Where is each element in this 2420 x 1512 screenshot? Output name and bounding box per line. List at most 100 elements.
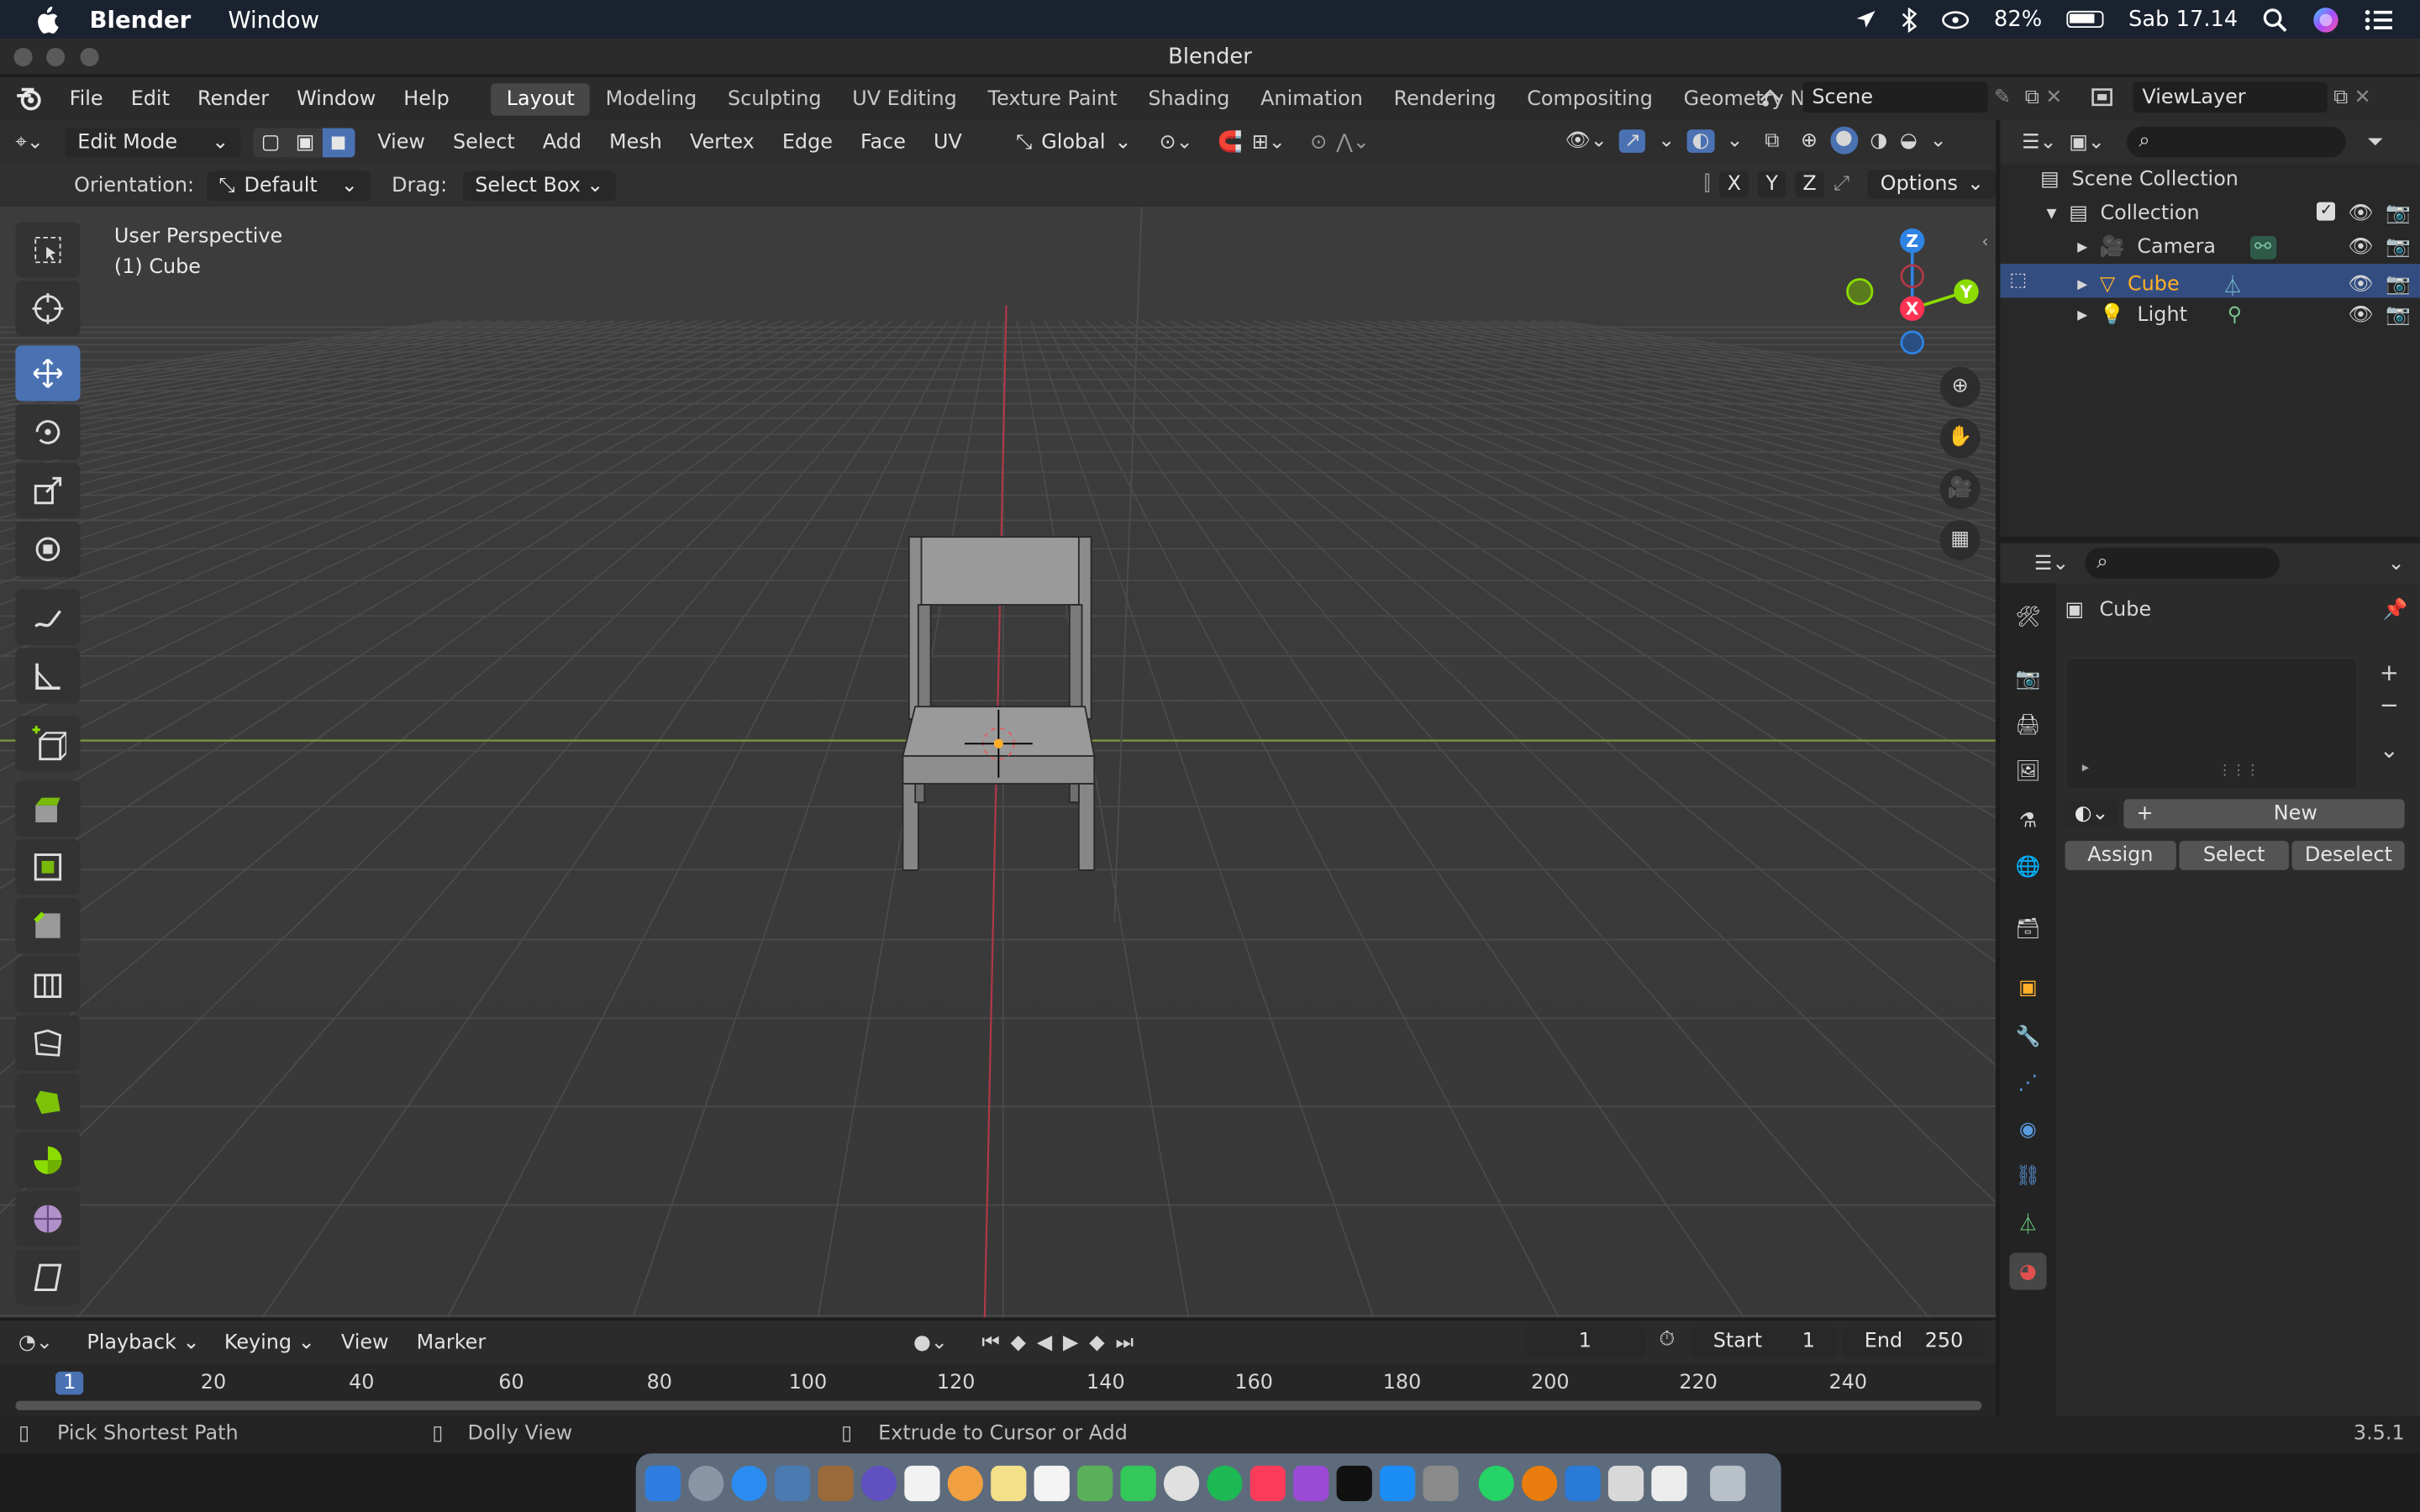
play-icon[interactable]: ▶ <box>1063 1331 1078 1354</box>
transform-orientation-dropdown[interactable]: ⤡ Global ⌄ <box>1003 128 1144 157</box>
drag-dropdown[interactable]: Select Box ⌄ <box>462 170 616 200</box>
tab-sculpting[interactable]: Sculpting <box>713 82 837 115</box>
spotlight-search-icon[interactable] <box>2263 7 2287 32</box>
scene-tab-icon[interactable]: ⚗ <box>2012 806 2044 837</box>
chrome-icon[interactable] <box>1163 1464 1200 1501</box>
render-camera-icon[interactable]: 📷 <box>2386 304 2411 328</box>
bevel-tool-icon[interactable] <box>15 897 81 954</box>
editor-type-icon[interactable]: ⌖⌄ <box>15 130 43 154</box>
wireframe-shading-icon[interactable]: ⊕ <box>1801 129 1818 152</box>
vscode-icon[interactable] <box>1565 1464 1601 1501</box>
outliner-item-cube[interactable]: ▸ ▽ Cube ⏃ 👁 📷 <box>2077 270 2411 299</box>
snap-target-icon[interactable]: ⊞⌄ <box>1252 130 1286 154</box>
whatsapp-icon[interactable] <box>1478 1464 1514 1501</box>
tab-layout[interactable]: Layout <box>491 82 591 115</box>
poly-build-tool-icon[interactable] <box>15 1074 81 1130</box>
timeline-scrollbar[interactable] <box>15 1400 1982 1410</box>
snap-icon[interactable]: 🧲 <box>1218 130 1243 154</box>
spotify-icon[interactable] <box>1207 1464 1243 1501</box>
viewport-menu-mesh[interactable]: Mesh <box>596 130 676 154</box>
tab-modeling[interactable]: Modeling <box>590 82 712 115</box>
list-resize-handle-icon[interactable]: ⋮⋮⋮ <box>2217 764 2260 779</box>
scene-collection-row[interactable]: ▤ Scene Collection <box>2040 168 2238 192</box>
gizmo-toggle-icon[interactable]: ↗ <box>1619 129 1646 152</box>
finder-icon[interactable] <box>644 1464 681 1501</box>
preview-app-icon[interactable] <box>1607 1464 1644 1501</box>
outliner-search-input[interactable]: ⌕ <box>2126 126 2346 158</box>
eye-icon[interactable]: 👁 <box>2348 273 2373 297</box>
shading-options-icon[interactable]: ⌄ <box>1930 129 1947 152</box>
new-view-layer-icon[interactable]: ⧉ <box>2333 86 2348 109</box>
expand-arrow-icon[interactable]: ▸ <box>2077 304 2087 328</box>
blender-dock-icon[interactable] <box>1522 1464 1558 1501</box>
location-icon[interactable] <box>1855 8 1877 30</box>
window-zoom-button[interactable] <box>80 47 99 66</box>
options-dropdown[interactable]: Options ⌄ <box>1868 170 1996 199</box>
tab-animation[interactable]: Animation <box>1245 82 1378 115</box>
viewport-menu-select[interactable]: Select <box>439 130 529 154</box>
render-camera-icon[interactable]: 📷 <box>2386 202 2411 226</box>
cursor-tool-icon[interactable] <box>15 281 81 337</box>
world-tab-icon[interactable]: 🌐 <box>2012 852 2044 883</box>
view-layer-icon[interactable] <box>2086 81 2127 113</box>
properties-editor-type-icon[interactable]: ☰⌄ <box>2034 552 2069 575</box>
physics-tab-icon[interactable]: ◉ <box>2012 1114 2044 1145</box>
data-tab-icon[interactable]: ⏃ <box>2012 1206 2044 1237</box>
properties-search-input[interactable]: ⌕ <box>2084 548 2280 579</box>
list-expand-icon[interactable]: ▸ <box>2082 761 2089 776</box>
particles-tab-icon[interactable]: ⋰ <box>2012 1068 2044 1099</box>
deselect-button[interactable]: Deselect <box>2292 841 2405 870</box>
view-layer-tab-icon[interactable]: 🖼 <box>2012 756 2044 787</box>
launchpad-icon[interactable] <box>688 1464 724 1501</box>
siri-app-icon[interactable] <box>860 1464 897 1501</box>
remove-slot-icon[interactable]: − <box>2374 690 2405 722</box>
jump-keyframe-back-icon[interactable]: ◆ <box>1011 1331 1026 1354</box>
new-scene-icon[interactable]: ⧉ <box>2025 86 2039 109</box>
music-icon[interactable] <box>1249 1464 1286 1501</box>
reminders-icon[interactable] <box>1034 1464 1070 1501</box>
outliner-item-light[interactable]: ▸ 💡 Light ⚲ 👁 📷 <box>2077 304 2411 328</box>
tab-compositing[interactable]: Compositing <box>1512 82 1668 115</box>
constraints-tab-icon[interactable]: ⛓ <box>2012 1160 2044 1191</box>
tool-tab-icon[interactable]: 🛠 <box>2012 601 2044 633</box>
edit-mode-toggle-icon[interactable]: ⬚ <box>2009 269 2027 291</box>
timeline-marker-menu[interactable]: Marker <box>402 1331 500 1354</box>
annotate-tool-icon[interactable] <box>15 589 81 645</box>
view-layer-name-field[interactable]: ViewLayer <box>2133 81 2328 113</box>
viewport-menu-face[interactable]: Face <box>846 130 919 154</box>
pin-icon[interactable]: ✎ <box>1994 86 2018 109</box>
play-reverse-icon[interactable]: ◀ <box>1037 1331 1052 1354</box>
tab-uv-editing[interactable]: UV Editing <box>837 82 972 115</box>
preview-icon[interactable] <box>775 1464 811 1501</box>
podcasts-icon[interactable] <box>1293 1464 1329 1501</box>
zoom-icon[interactable]: ⊕ <box>1939 367 1981 407</box>
start-frame-field[interactable]: Start 1 <box>1691 1326 1837 1357</box>
current-frame-field[interactable]: 1 <box>1524 1326 1645 1357</box>
scale-tool-icon[interactable] <box>15 463 81 519</box>
orientation-dropdown[interactable]: ⤡ Default ⌄ <box>206 170 371 200</box>
pin-icon[interactable]: 📌 <box>2383 599 2408 622</box>
navigation-gizmo[interactable]: Z Y X <box>1839 225 1987 364</box>
macos-app-name[interactable]: Blender <box>90 5 192 33</box>
textedit-icon[interactable] <box>1651 1464 1687 1501</box>
system-preferences-icon[interactable] <box>1423 1464 1459 1501</box>
expand-arrow-icon[interactable]: ▸ <box>2077 273 2087 297</box>
timeline-editor-type-icon[interactable]: ◔⌄ <box>18 1331 53 1354</box>
scene-name-field[interactable]: Scene <box>1802 81 1988 113</box>
filter-icon[interactable]: ⏷ <box>2367 130 2383 154</box>
smooth-tool-icon[interactable] <box>15 1190 81 1247</box>
loop-cut-tool-icon[interactable] <box>15 956 81 1012</box>
mirror-icon[interactable]: ⫿ <box>1704 173 1711 197</box>
sidebar-toggle-icon[interactable]: ‹ <box>1981 232 1988 252</box>
control-center-icon[interactable] <box>1942 8 1970 30</box>
siri-icon[interactable] <box>2312 5 2339 33</box>
shear-tool-icon[interactable] <box>15 1249 81 1305</box>
jump-keyframe-forward-icon[interactable]: ◆ <box>1089 1331 1104 1354</box>
jump-start-icon[interactable]: ⏮ <box>981 1331 999 1354</box>
apple-icon[interactable] <box>34 5 59 33</box>
extrude-region-tool-icon[interactable] <box>15 780 81 837</box>
measure-tool-icon[interactable] <box>15 648 81 704</box>
timeline-view-menu[interactable]: View <box>327 1331 402 1354</box>
menu-render[interactable]: Render <box>183 87 282 111</box>
apple-tv-icon[interactable] <box>1336 1464 1372 1501</box>
